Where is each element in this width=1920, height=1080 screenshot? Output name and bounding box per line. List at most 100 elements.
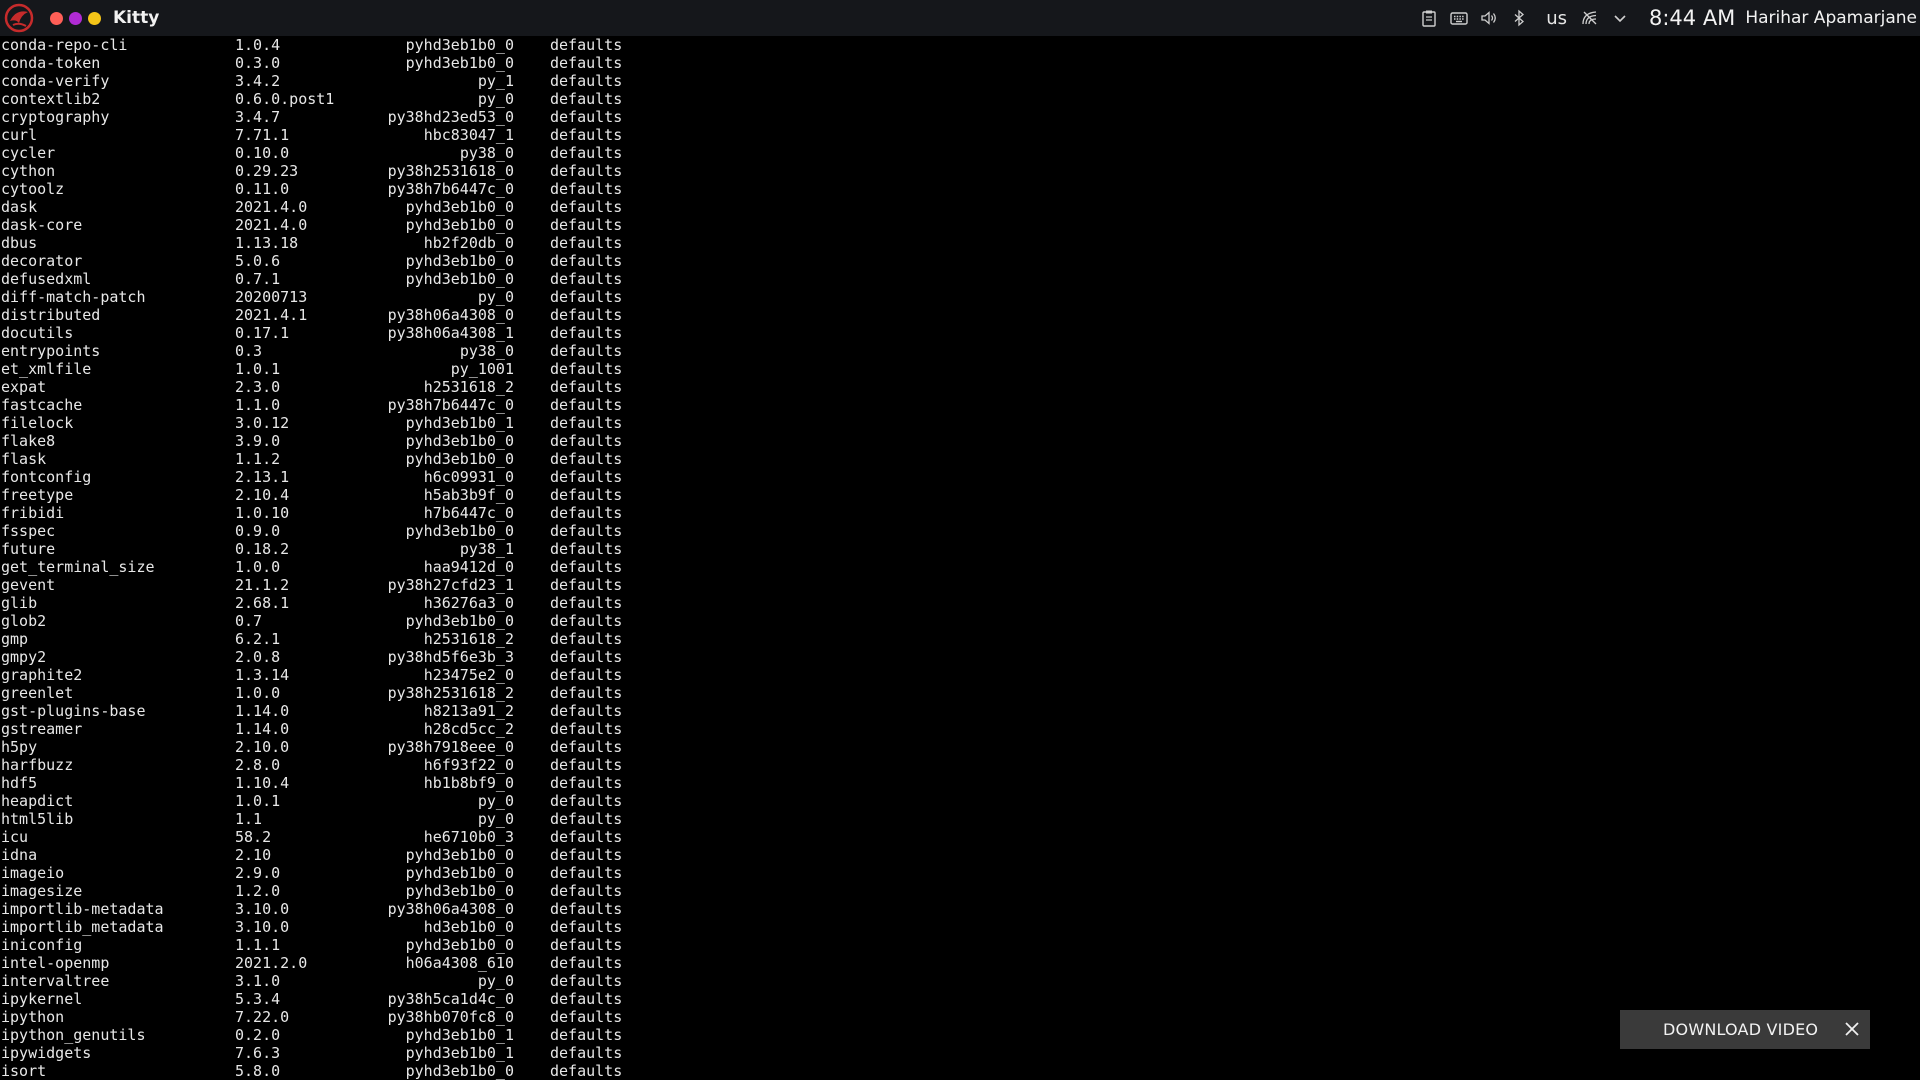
clock[interactable]: 8:44 AM <box>1649 6 1735 30</box>
package-version: 3.1.0 <box>235 972 281 990</box>
package-name: html5lib <box>1 810 74 828</box>
package-build: py38h06a4308_0 <box>387 306 514 324</box>
package-version: 1.3.14 <box>235 666 290 684</box>
package-version: 6.2.1 <box>235 630 281 648</box>
package-name: cryptography <box>1 108 110 126</box>
package-row: cytoolz 0.11.0 py38h7b6447c_0 defaults <box>0 180 1920 198</box>
package-channel: defaults <box>550 72 623 90</box>
close-window-button[interactable] <box>50 11 63 25</box>
package-build: py38_0 <box>459 144 514 162</box>
package-channel: defaults <box>550 990 623 1008</box>
package-version: 2.13.1 <box>235 468 290 486</box>
package-build: pyhd3eb1b0_0 <box>405 54 514 72</box>
package-name: distributed <box>1 306 101 324</box>
package-row: defusedxml 0.7.1 pyhd3eb1b0_0 defaults <box>0 270 1920 288</box>
package-build: h28cd5cc_2 <box>423 720 514 738</box>
package-channel: defaults <box>550 612 623 630</box>
package-name: fastcache <box>1 396 83 414</box>
package-channel: defaults <box>550 684 623 702</box>
package-build: pyhd3eb1b0_1 <box>405 1044 514 1062</box>
package-version: 1.2.0 <box>235 882 281 900</box>
package-version: 20200713 <box>235 288 308 306</box>
package-channel: defaults <box>550 180 623 198</box>
package-channel: defaults <box>550 1062 623 1080</box>
bluetooth-icon[interactable] <box>1509 8 1529 28</box>
package-name: dask <box>1 198 38 216</box>
package-row: icu 58.2 he6710b0_3 defaults <box>0 828 1920 846</box>
package-version: 1.1.0 <box>235 396 281 414</box>
package-channel: defaults <box>550 576 623 594</box>
package-version: 7.22.0 <box>235 1008 290 1026</box>
window-controls <box>50 11 101 25</box>
keyboard-layout-indicator[interactable]: us <box>1546 8 1567 29</box>
package-row: isort 5.8.0 pyhd3eb1b0_0 defaults <box>0 1062 1920 1080</box>
package-channel: defaults <box>550 504 623 522</box>
package-build: pyhd3eb1b0_0 <box>405 846 514 864</box>
package-version: 2021.4.1 <box>235 306 308 324</box>
package-name: cytoolz <box>1 180 65 198</box>
package-channel: defaults <box>550 864 623 882</box>
package-version: 7.71.1 <box>235 126 290 144</box>
package-name: conda-token <box>1 54 101 72</box>
package-build: py38h2531618_2 <box>387 684 514 702</box>
package-name: expat <box>1 378 47 396</box>
package-channel: defaults <box>550 450 623 468</box>
package-channel: defaults <box>550 378 623 396</box>
package-channel: defaults <box>550 972 623 990</box>
wifi-icon[interactable] <box>1580 8 1600 28</box>
package-version: 0.11.0 <box>235 180 290 198</box>
package-name: heapdict <box>1 792 74 810</box>
package-row: h5py 2.10.0 py38h7918eee_0 defaults <box>0 738 1920 756</box>
volume-icon[interactable] <box>1479 8 1499 28</box>
top-bar: Kitty us 8:44 AM Harihar Apamarjane <box>0 0 1920 36</box>
package-channel: defaults <box>550 36 623 54</box>
package-version: 2.68.1 <box>235 594 290 612</box>
package-row: graphite2 1.3.14 h23475e2_0 defaults <box>0 666 1920 684</box>
package-row: distributed 2021.4.1 py38h06a4308_0 default… <box>0 306 1920 324</box>
package-row: get_terminal_size 1.0.0 haa9412d_0 defaults <box>0 558 1920 576</box>
package-build: pyhd3eb1b0_0 <box>405 270 514 288</box>
package-build: py38h06a4308_1 <box>387 324 514 342</box>
package-row: idna 2.10 pyhd3eb1b0_0 defaults <box>0 846 1920 864</box>
package-build: pyhd3eb1b0_0 <box>405 252 514 270</box>
package-version: 2021.2.0 <box>235 954 308 972</box>
chevron-down-icon[interactable] <box>1610 8 1630 28</box>
package-channel: defaults <box>550 198 623 216</box>
minimize-window-button[interactable] <box>69 11 82 25</box>
package-name: fsspec <box>1 522 56 540</box>
close-icon[interactable] <box>1842 1019 1862 1039</box>
package-version: 1.14.0 <box>235 702 290 720</box>
package-row: glob2 0.7 pyhd3eb1b0_0 defaults <box>0 612 1920 630</box>
package-build: pyhd3eb1b0_0 <box>405 522 514 540</box>
package-channel: defaults <box>550 288 623 306</box>
clipboard-icon[interactable] <box>1419 8 1439 28</box>
distro-logo-icon[interactable] <box>2 1 36 35</box>
maximize-window-button[interactable] <box>88 11 101 25</box>
package-channel: defaults <box>550 1026 623 1044</box>
package-version: 1.1.1 <box>235 936 281 954</box>
terminal-output[interactable]: conda-repo-cli 1.0.4 pyhd3eb1b0_0 defaults c… <box>0 36 1920 1080</box>
package-channel: defaults <box>550 954 623 972</box>
package-version: 1.1 <box>235 810 263 828</box>
package-channel: defaults <box>550 900 623 918</box>
package-channel: defaults <box>550 252 623 270</box>
package-name: ipywidgets <box>1 1044 92 1062</box>
download-video-button[interactable]: DOWNLOAD VIDEO <box>1663 1020 1818 1039</box>
package-row: gstreamer 1.14.0 h28cd5cc_2 defaults <box>0 720 1920 738</box>
package-build: py_0 <box>477 90 514 108</box>
package-version: 2.8.0 <box>235 756 281 774</box>
package-version: 1.0.1 <box>235 792 281 810</box>
package-build: h8213a91_2 <box>423 702 514 720</box>
package-row: filelock 3.0.12 pyhd3eb1b0_1 defaults <box>0 414 1920 432</box>
keyboard-icon[interactable] <box>1449 8 1469 28</box>
package-build: pyhd3eb1b0_0 <box>405 432 514 450</box>
package-version: 2021.4.0 <box>235 198 308 216</box>
package-name: cython <box>1 162 56 180</box>
package-version: 5.8.0 <box>235 1062 281 1080</box>
user-name[interactable]: Harihar Apamarjane <box>1745 8 1917 28</box>
package-version: 2.10.4 <box>235 486 290 504</box>
package-build: h6f93f22_0 <box>423 756 514 774</box>
package-row: curl 7.71.1 hbc83047_1 defaults <box>0 126 1920 144</box>
package-name: gst-plugins-base <box>1 702 146 720</box>
package-build: hbc83047_1 <box>423 126 514 144</box>
